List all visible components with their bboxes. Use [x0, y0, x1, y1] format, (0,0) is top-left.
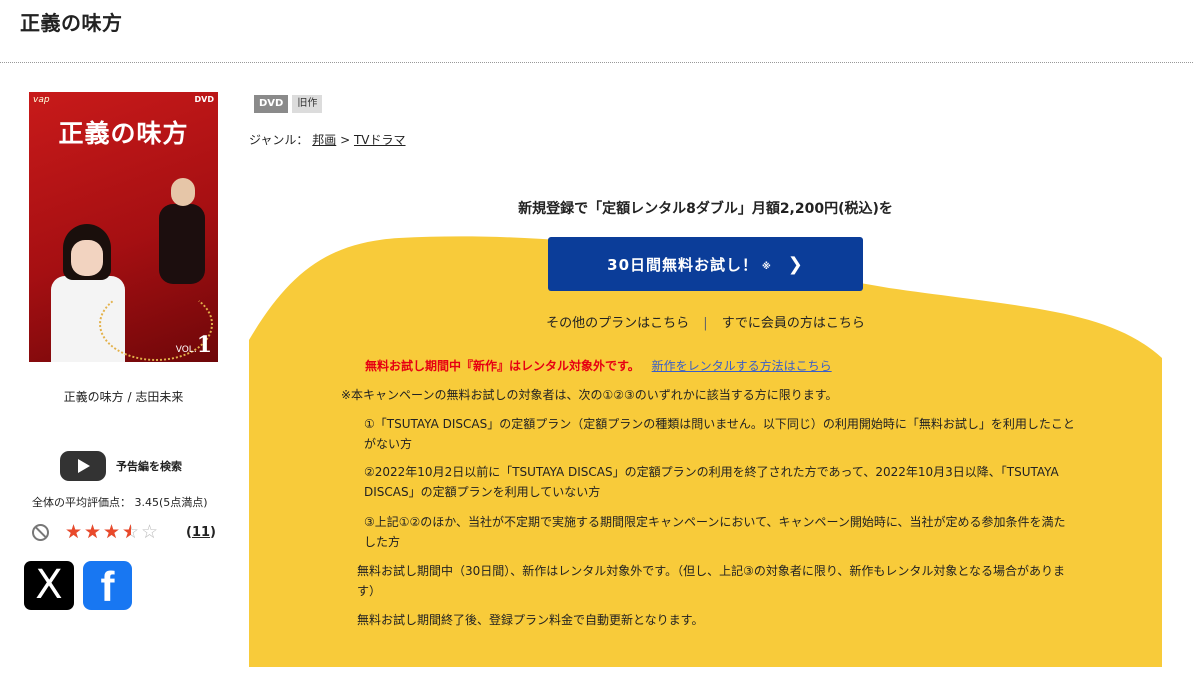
free-trial-note-mark: ※ [762, 262, 772, 272]
rating-star-icon: ☆★ [84, 521, 102, 543]
rating-star-icon: ☆★ [103, 521, 121, 543]
rating-star-icon: ☆★ [65, 521, 83, 543]
rating-star-icon: ☆★ [141, 521, 159, 543]
genre-link-hougaku[interactable]: 邦画 [312, 133, 336, 147]
new-release-warning: 無料お試し期間中『新作』はレンタル対象外です。 [365, 359, 640, 373]
genre-label: ジャンル： [249, 133, 309, 147]
dvd-jacket-image[interactable]: vap DVD 正義の味方 VOL.1 [29, 92, 218, 362]
free-trial-label: 30日間無料お試し！ [607, 255, 759, 274]
new-release-rental-link[interactable]: 新作をレンタルする方法はこちら [652, 359, 832, 373]
prohibited-icon[interactable] [32, 523, 49, 541]
jacket-woman-figure [151, 178, 211, 298]
dvd-mark: DVD [194, 95, 214, 104]
campaign-headline: 新規登録で「定額レンタル8ダブル」月額2,200円(税込)を [518, 201, 893, 217]
plan-links: その他のプランはこちら | すでに会員の方はこちら [249, 312, 1162, 331]
review-count: (11) [186, 524, 216, 540]
rating-star-icon: ☆★ [122, 521, 140, 543]
other-plans-link[interactable]: その他のプランはこちら [546, 316, 689, 331]
eligibility-condition-2: ②2022年10月2日以前に「TSUTAYA DISCAS」の定額プランの利用を… [364, 465, 1059, 499]
trailer-search-button[interactable]: 予告編を検索 [60, 451, 182, 481]
new-release-warning-row: 無料お試し期間中『新作』はレンタル対象外です。 新作をレンタルする方法はこちら [365, 357, 832, 374]
rating-row: ☆★☆★☆★☆★☆★ (11) [32, 520, 222, 544]
badge-old-release: 旧作 [292, 95, 323, 113]
youtube-play-icon [60, 451, 106, 481]
jacket-volume: VOL.1 [175, 332, 212, 358]
badge-dvd: DVD [254, 95, 289, 113]
jacket-title: 正義の味方 [58, 119, 189, 148]
chevron-right-icon: ❯ [787, 253, 804, 275]
eligibility-condition-3: ③上記①②のほか、当社が不定期で実施する期間限定キャンペーンにおいて、キャンペー… [364, 515, 1066, 549]
genre-link-tv-drama[interactable]: TVドラマ [354, 133, 406, 147]
member-login-link[interactable]: すでに会員の方はこちら [722, 316, 865, 331]
page-title: 正義の味方 [20, 11, 123, 35]
eligibility-condition-1: ①「TSUTAYA DISCAS」の定額プラン（定額プランの種類は問いません。以… [364, 417, 1075, 451]
x-share-icon[interactable]: X [24, 561, 74, 610]
review-count-link[interactable]: 11 [192, 525, 210, 540]
divider [0, 62, 1193, 63]
trial-period-note: 無料お試し期間中（30日間）、新作はレンタル対象外です。（但し、上記③の対象者に… [357, 564, 1065, 598]
genre-breadcrumb: ジャンル： 邦画 > TVドラマ [249, 131, 406, 148]
trailer-search-label: 予告編を検索 [116, 460, 182, 473]
facebook-share-icon[interactable]: f [83, 561, 132, 610]
average-rating-text: 全体の平均評価点： 3.45(5点満点) [32, 496, 208, 509]
rating-stars: ☆★☆★☆★☆★☆★ [65, 522, 160, 542]
vap-logo: vap [33, 95, 50, 105]
campaign-eligibility-intro: ※本キャンペーンの無料お試しの対象者は、次の①②③のいずれかに該当する方に限りま… [341, 388, 838, 402]
item-caption: 正義の味方 / 志田未来 [63, 390, 184, 404]
link-separator: | [703, 316, 708, 331]
genre-separator: > [340, 133, 351, 147]
free-trial-button[interactable]: 30日間無料お試し！ ※ ❯ [548, 237, 863, 291]
campaign-panel: 新規登録で「定額レンタル8ダブル」月額2,200円(税込)を 30日間無料お試し… [249, 180, 1162, 667]
auto-renew-note: 無料お試し期間終了後、登録プラン料金で自動更新となります。 [357, 613, 704, 627]
format-badges: DVD 旧作 [254, 95, 323, 113]
